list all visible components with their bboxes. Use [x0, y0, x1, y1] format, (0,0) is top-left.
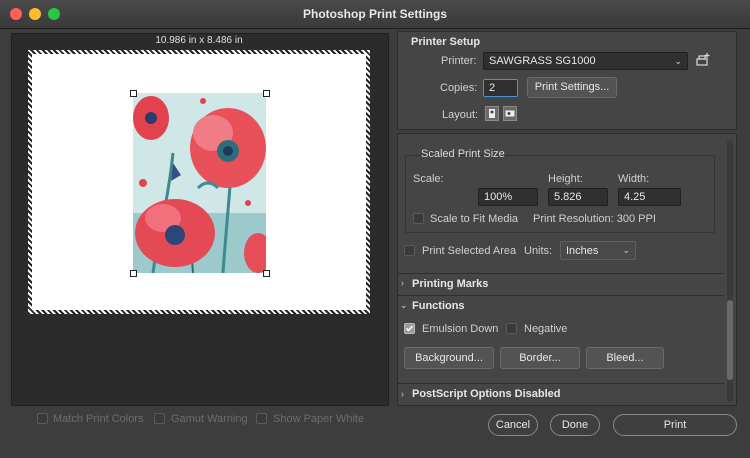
units-select-value: Inches: [566, 245, 599, 257]
scrollbar-thumb[interactable]: [727, 300, 733, 380]
window-title: Photoshop Print Settings: [303, 7, 447, 21]
printer-setup-header: Printer Setup: [411, 36, 481, 48]
gamut-warning-checkbox[interactable]: [154, 413, 165, 424]
done-button[interactable]: Done: [550, 414, 600, 436]
divider: [398, 273, 724, 274]
resize-handle-bottom-left[interactable]: [130, 270, 137, 277]
negative-label: Negative: [524, 323, 568, 335]
functions-section[interactable]: Functions: [412, 300, 465, 312]
resize-handle-top-left[interactable]: [130, 90, 137, 97]
add-printer-icon[interactable]: [695, 52, 711, 68]
emulsion-down-checkbox[interactable]: [404, 323, 415, 334]
copies-input[interactable]: 2: [483, 79, 518, 97]
print-selected-area-checkbox[interactable]: [404, 245, 415, 256]
scale-to-fit-checkbox[interactable]: [413, 213, 424, 224]
height-input[interactable]: 5.826: [548, 188, 608, 206]
chevron-down-icon: ⌄: [622, 245, 630, 255]
units-select[interactable]: Inches ⌄: [560, 241, 636, 260]
landscape-layout-icon[interactable]: [503, 106, 517, 121]
divider: [398, 383, 724, 384]
negative-checkbox[interactable]: [506, 323, 517, 334]
checkmark-icon: [405, 325, 414, 332]
scale-label: Scale:: [413, 173, 444, 185]
printer-select-value: SAWGRASS SG1000: [489, 55, 596, 67]
print-settings-button[interactable]: Print Settings...: [527, 77, 617, 98]
match-print-colors-checkbox[interactable]: [37, 413, 48, 424]
resize-handle-bottom-right[interactable]: [263, 270, 270, 277]
chevron-down-icon[interactable]: ⌄: [400, 300, 408, 311]
poppy-artwork: [133, 93, 266, 273]
print-selected-area-label: Print Selected Area: [422, 245, 517, 257]
postscript-options-section[interactable]: PostScript Options Disabled: [412, 388, 561, 400]
paper-size-label: 10.986 in x 8.486 in: [155, 35, 243, 46]
copies-label: Copies:: [440, 82, 478, 94]
printer-select[interactable]: SAWGRASS SG1000 ⌄: [483, 52, 688, 70]
match-print-colors-label: Match Print Colors: [53, 413, 144, 425]
show-paper-white-checkbox[interactable]: [256, 413, 267, 424]
print-resolution-text: Print Resolution: 300 PPI: [533, 213, 656, 225]
chevron-down-icon: ⌄: [674, 56, 682, 66]
show-paper-white-label: Show Paper White: [273, 413, 365, 425]
divider: [398, 295, 724, 296]
image-preview[interactable]: [133, 93, 266, 273]
cancel-button[interactable]: Cancel: [488, 414, 538, 436]
background-button[interactable]: Background...: [404, 347, 494, 369]
print-button[interactable]: Print: [613, 414, 737, 436]
border-button[interactable]: Border...: [500, 347, 580, 369]
portrait-layout-icon[interactable]: [485, 106, 499, 121]
gamut-warning-label: Gamut Warning: [171, 413, 248, 425]
scale-input[interactable]: 100%: [478, 188, 538, 206]
scaled-print-size-header: Scaled Print Size: [421, 148, 505, 160]
layout-label: Layout:: [442, 109, 479, 121]
emulsion-down-label: Emulsion Down: [422, 323, 499, 335]
printer-label: Printer:: [441, 55, 477, 67]
printing-marks-section[interactable]: Printing Marks: [412, 278, 488, 290]
units-label: Units:: [524, 245, 553, 257]
width-input[interactable]: 4.25: [618, 188, 681, 206]
chevron-right-icon[interactable]: ›: [401, 278, 404, 288]
bleed-button[interactable]: Bleed...: [586, 347, 664, 369]
resize-handle-top-right[interactable]: [263, 90, 270, 97]
width-label: Width:: [618, 173, 650, 185]
scale-to-fit-label: Scale to Fit Media: [430, 213, 519, 225]
height-label: Height:: [548, 173, 583, 185]
chevron-right-icon[interactable]: ›: [401, 389, 404, 399]
